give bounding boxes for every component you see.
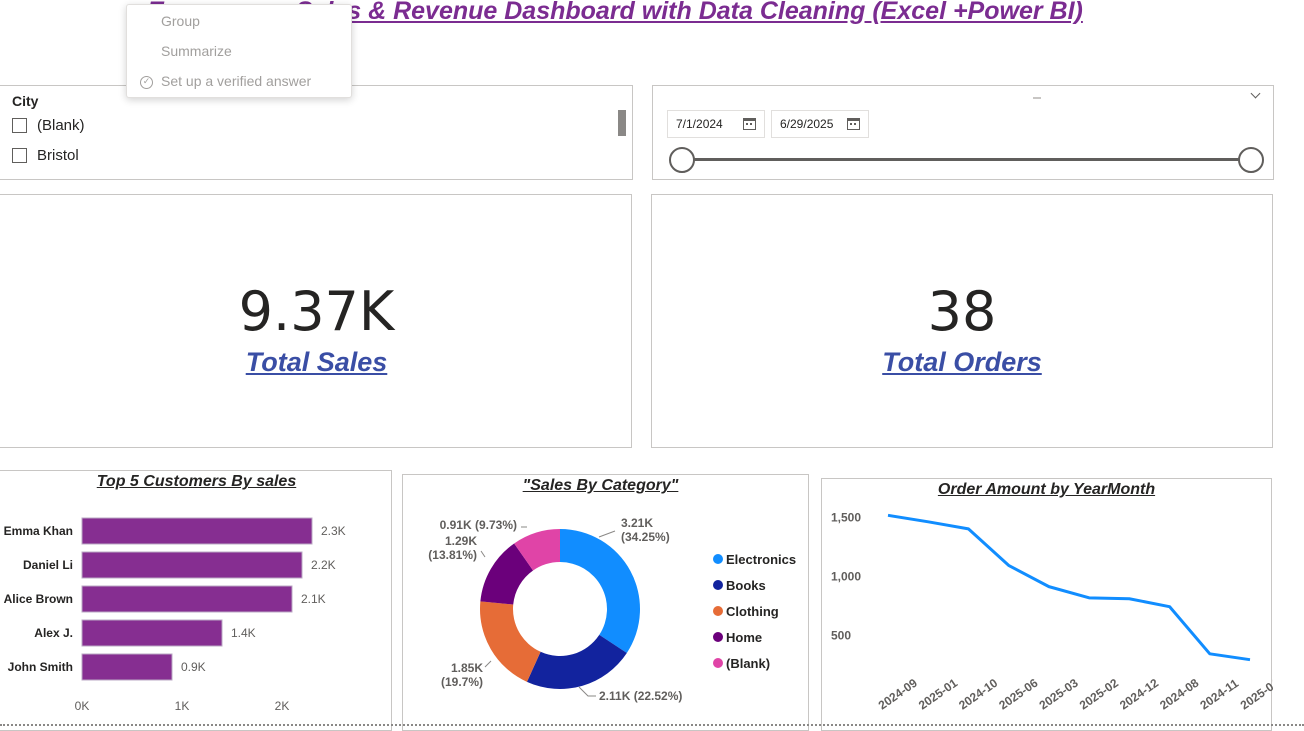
calendar-icon[interactable] [743, 118, 756, 130]
dashboard: Ecommerce Sales & Revenue Dashboard with… [0, 0, 1304, 731]
legend-label[interactable]: (Blank) [726, 656, 770, 671]
total-sales-label: Total Sales [245, 347, 388, 377]
end-date-input[interactable]: 6/29/2025 [771, 110, 869, 138]
leader-line [578, 686, 596, 697]
y-tick-label: 1,000 [831, 570, 861, 584]
calendar-icon[interactable] [847, 118, 860, 130]
x-tick-label: 1K [175, 699, 190, 713]
date-slicer: 7/1/2024 6/29/2025 [652, 85, 1274, 180]
total-orders-value: 38 [927, 280, 997, 343]
bar-category-label: Emma Khan [4, 524, 73, 538]
bar-category-label: Alice Brown [4, 592, 73, 606]
bar[interactable] [81, 585, 293, 613]
bar[interactable] [81, 653, 173, 681]
y-tick-label: 1,500 [831, 511, 861, 525]
city-option-label: (Blank) [37, 116, 85, 134]
page-boundary [0, 724, 1304, 726]
top-customers-svg: Emma Khan 2.3K Daniel Li 2.2K Alice Brown 2.1… [4, 517, 346, 713]
x-tick-label: 2025-02 [1077, 676, 1121, 713]
checkbox[interactable] [12, 117, 27, 133]
x-tick-label: 0K [75, 699, 90, 713]
city-slicer[interactable]: City (Blank) Bristol [0, 85, 633, 180]
slice-percent-label: (34.25%) [621, 530, 670, 544]
order-amount-svg: 1,5001,0005002024-092025-012024-102025-0… [831, 511, 1273, 713]
x-tick-label: 2024-09 [876, 676, 920, 713]
city-option-blank[interactable]: (Blank) [12, 115, 85, 135]
legend-marker[interactable] [713, 580, 723, 590]
city-slicer-title: City [12, 93, 39, 109]
city-option-bristol[interactable]: Bristol [12, 145, 79, 165]
x-tick-label: 2025-04 [1238, 676, 1273, 713]
end-date-handle[interactable] [1238, 147, 1264, 173]
total-sales-value: 9.37K [238, 280, 395, 343]
leader-line [598, 530, 616, 538]
city-option-label: Bristol [37, 146, 79, 164]
legend-marker[interactable] [713, 606, 723, 616]
x-tick-label: 2K [275, 699, 290, 713]
slice-percent-label: (13.81%) [428, 548, 477, 562]
legend-marker[interactable] [713, 632, 723, 642]
slice-value-label: 1.85K [451, 661, 483, 675]
end-date-value: 6/29/2025 [780, 117, 834, 131]
x-tick-label: 2024-11 [1197, 676, 1241, 713]
legend-label[interactable]: Books [726, 578, 766, 593]
slice-value-label: 0.91K (9.73%) [440, 518, 517, 532]
x-tick-label: 2024-10 [956, 676, 1000, 713]
donut-slice[interactable] [480, 601, 541, 682]
order-amount-line[interactable] [887, 513, 1251, 662]
start-date-input[interactable]: 7/1/2024 [667, 110, 765, 138]
x-tick-label: 2025-03 [1037, 676, 1081, 713]
order-amount-chart: Order Amount by YearMonth 1,500 1,000 500 2… [821, 478, 1273, 731]
chevron-down-icon[interactable] [1250, 88, 1261, 99]
slice-percent-label: (19.7%) [441, 675, 483, 689]
sales-by-category-svg: 3.21K(34.25%) 2.11K (22.52%) 1.85K(19.7%) 1… [428, 516, 796, 703]
slice-value-label: 3.21K [621, 516, 653, 530]
legend-marker[interactable] [713, 554, 723, 564]
top-customers-chart: Top 5 Customers By sales Emma Khan 2.3K Da… [0, 470, 392, 731]
x-tick-label: 2024-12 [1117, 676, 1161, 713]
context-menu: Group Summarize ✓ Set up a verified answ… [126, 4, 352, 98]
leader-line [480, 550, 486, 558]
sales-by-category-chart: "Sales By Category" 3.21K (34.25%) 2.11K (… [402, 474, 809, 731]
total-orders-card: 38 Total Orders [651, 194, 1273, 448]
donut-slice[interactable] [560, 529, 640, 653]
drag-handle[interactable] [1033, 97, 1041, 99]
bar[interactable] [81, 517, 313, 545]
bar-data-label: 2.2K [311, 558, 336, 572]
leader-line [484, 660, 492, 668]
legend-label[interactable]: Electronics [726, 552, 796, 567]
bar-category-label: John Smith [8, 660, 73, 674]
bar[interactable] [81, 551, 303, 579]
bar-data-label: 1.4K [231, 626, 256, 640]
legend-label[interactable]: Clothing [726, 604, 779, 619]
bar-data-label: 0.9K [181, 660, 206, 674]
x-tick-label: 2025-06 [996, 676, 1040, 713]
legend-marker[interactable] [713, 658, 723, 668]
date-range-track[interactable] [683, 158, 1251, 161]
bar-category-label: Daniel Li [23, 558, 73, 572]
start-date-handle[interactable] [669, 147, 695, 173]
slice-value-label: 1.29K [445, 534, 477, 548]
total-orders-label: Total Orders [882, 347, 1042, 377]
x-tick-label: 2025-01 [916, 676, 960, 713]
menu-item-group[interactable]: Group [161, 13, 200, 29]
bar[interactable] [81, 619, 223, 647]
bar-data-label: 2.1K [301, 592, 326, 606]
total-sales-card: 9.37K Total Sales [0, 194, 632, 448]
x-tick-label: 2024-08 [1157, 676, 1201, 713]
menu-item-verified-answer[interactable]: Set up a verified answer [161, 73, 311, 89]
bar-data-label: 2.3K [321, 524, 346, 538]
slicer-scrollbar[interactable] [618, 110, 626, 136]
legend-label[interactable]: Home [726, 630, 762, 645]
start-date-value: 7/1/2024 [676, 117, 723, 131]
menu-item-summarize[interactable]: Summarize [161, 43, 232, 59]
slice-value-label: 2.11K (22.52%) [599, 689, 682, 703]
y-tick-label: 500 [831, 629, 851, 643]
check-circle-icon: ✓ [140, 76, 153, 89]
bar-category-label: Alex J. [34, 626, 73, 640]
checkbox[interactable] [12, 147, 27, 163]
